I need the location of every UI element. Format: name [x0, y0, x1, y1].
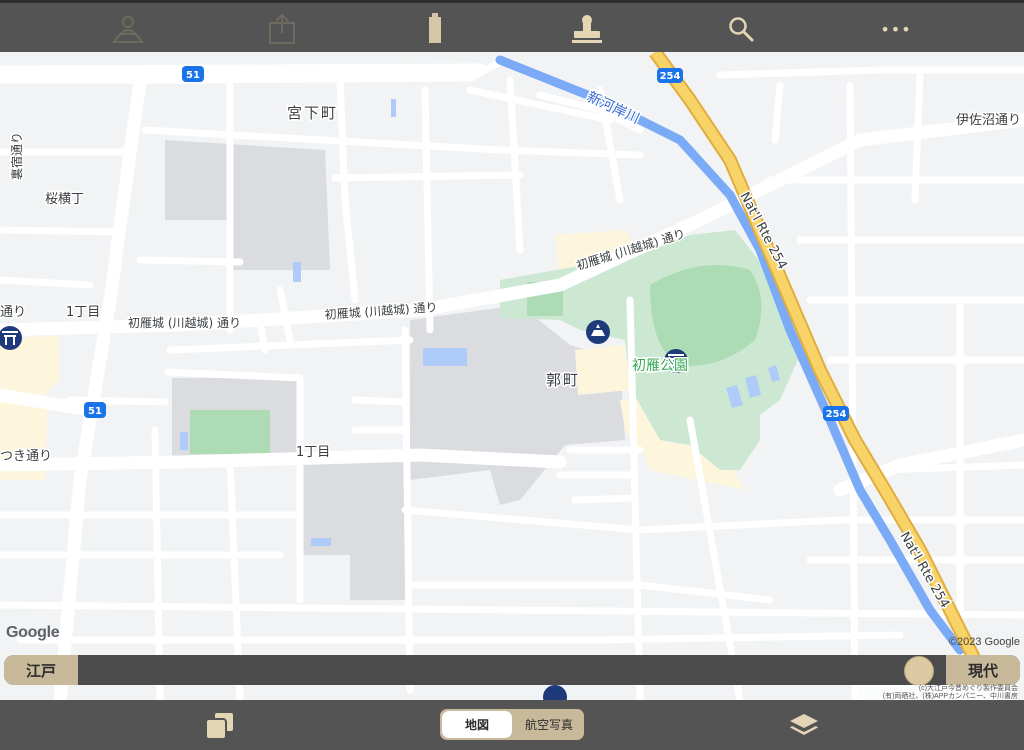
google-logo: Google — [6, 624, 60, 641]
label-hatsukari-1: 初雁城 (川越城) 通り — [128, 316, 241, 330]
share-icon[interactable] — [262, 11, 302, 47]
tab-aerial[interactable]: 航空写真 — [514, 709, 584, 740]
slider-thumb[interactable] — [904, 656, 934, 686]
route-shield-254-b: 254 — [823, 406, 849, 421]
label-miyashita: 宮下町 — [287, 104, 338, 122]
label-chome1-a: 1丁目 — [66, 305, 100, 320]
label-isanuma: 伊佐沼通り — [956, 113, 1021, 128]
search-icon[interactable] — [721, 11, 761, 47]
label-kuruwamachi: 郭町 — [546, 371, 580, 389]
more-icon[interactable]: ••• — [876, 11, 916, 47]
tab-map[interactable]: 地図 — [442, 711, 512, 738]
svg-text:51: 51 — [88, 406, 102, 417]
label-dori-left: 通り — [0, 305, 26, 320]
map-view[interactable]: 51 51 254 254 宮下町 伊佐沼通り 桜横丁 1丁目 通り 1丁目 郭… — [0, 52, 1024, 700]
era-slider[interactable]: 江戸 現代 — [4, 655, 1020, 686]
stamp-icon[interactable] — [567, 11, 607, 47]
label-hatsukari-park: 初雁公園 — [632, 357, 688, 374]
castle-marker-icon[interactable] — [586, 320, 610, 344]
map-copyright: ©2023 Google — [948, 636, 1020, 648]
label-urajuku: 裏宿通り — [9, 132, 24, 180]
slider-right-label[interactable]: 現代 — [946, 655, 1020, 685]
user-location-icon[interactable] — [108, 11, 148, 47]
map-layers-icon[interactable] — [788, 712, 820, 744]
map-type-segment[interactable]: 地図 航空写真 — [440, 709, 584, 740]
label-tsuki-dori: つき通り — [0, 449, 52, 464]
route-shield-51-b: 51 — [84, 402, 106, 418]
layers-stack-icon[interactable] — [204, 710, 236, 744]
svg-text:254: 254 — [826, 409, 847, 420]
top-toolbar: ••• — [0, 0, 1024, 52]
svg-text:51: 51 — [186, 70, 200, 81]
slider-left-label[interactable]: 江戸 — [4, 655, 78, 685]
label-chome1-b: 1丁目 — [296, 445, 330, 460]
label-sakurayoko: 桜横丁 — [45, 192, 84, 207]
route-shield-51-a: 51 — [182, 66, 204, 82]
map-attribution: (c)大江戸今昔めぐり製作委員会 (有)両晒社、(株)APPカンパニー、中川書房 — [852, 685, 1018, 701]
svg-text:254: 254 — [660, 71, 681, 82]
route-shield-254-a: 254 — [657, 68, 683, 83]
bookmark-icon[interactable] — [415, 11, 455, 47]
